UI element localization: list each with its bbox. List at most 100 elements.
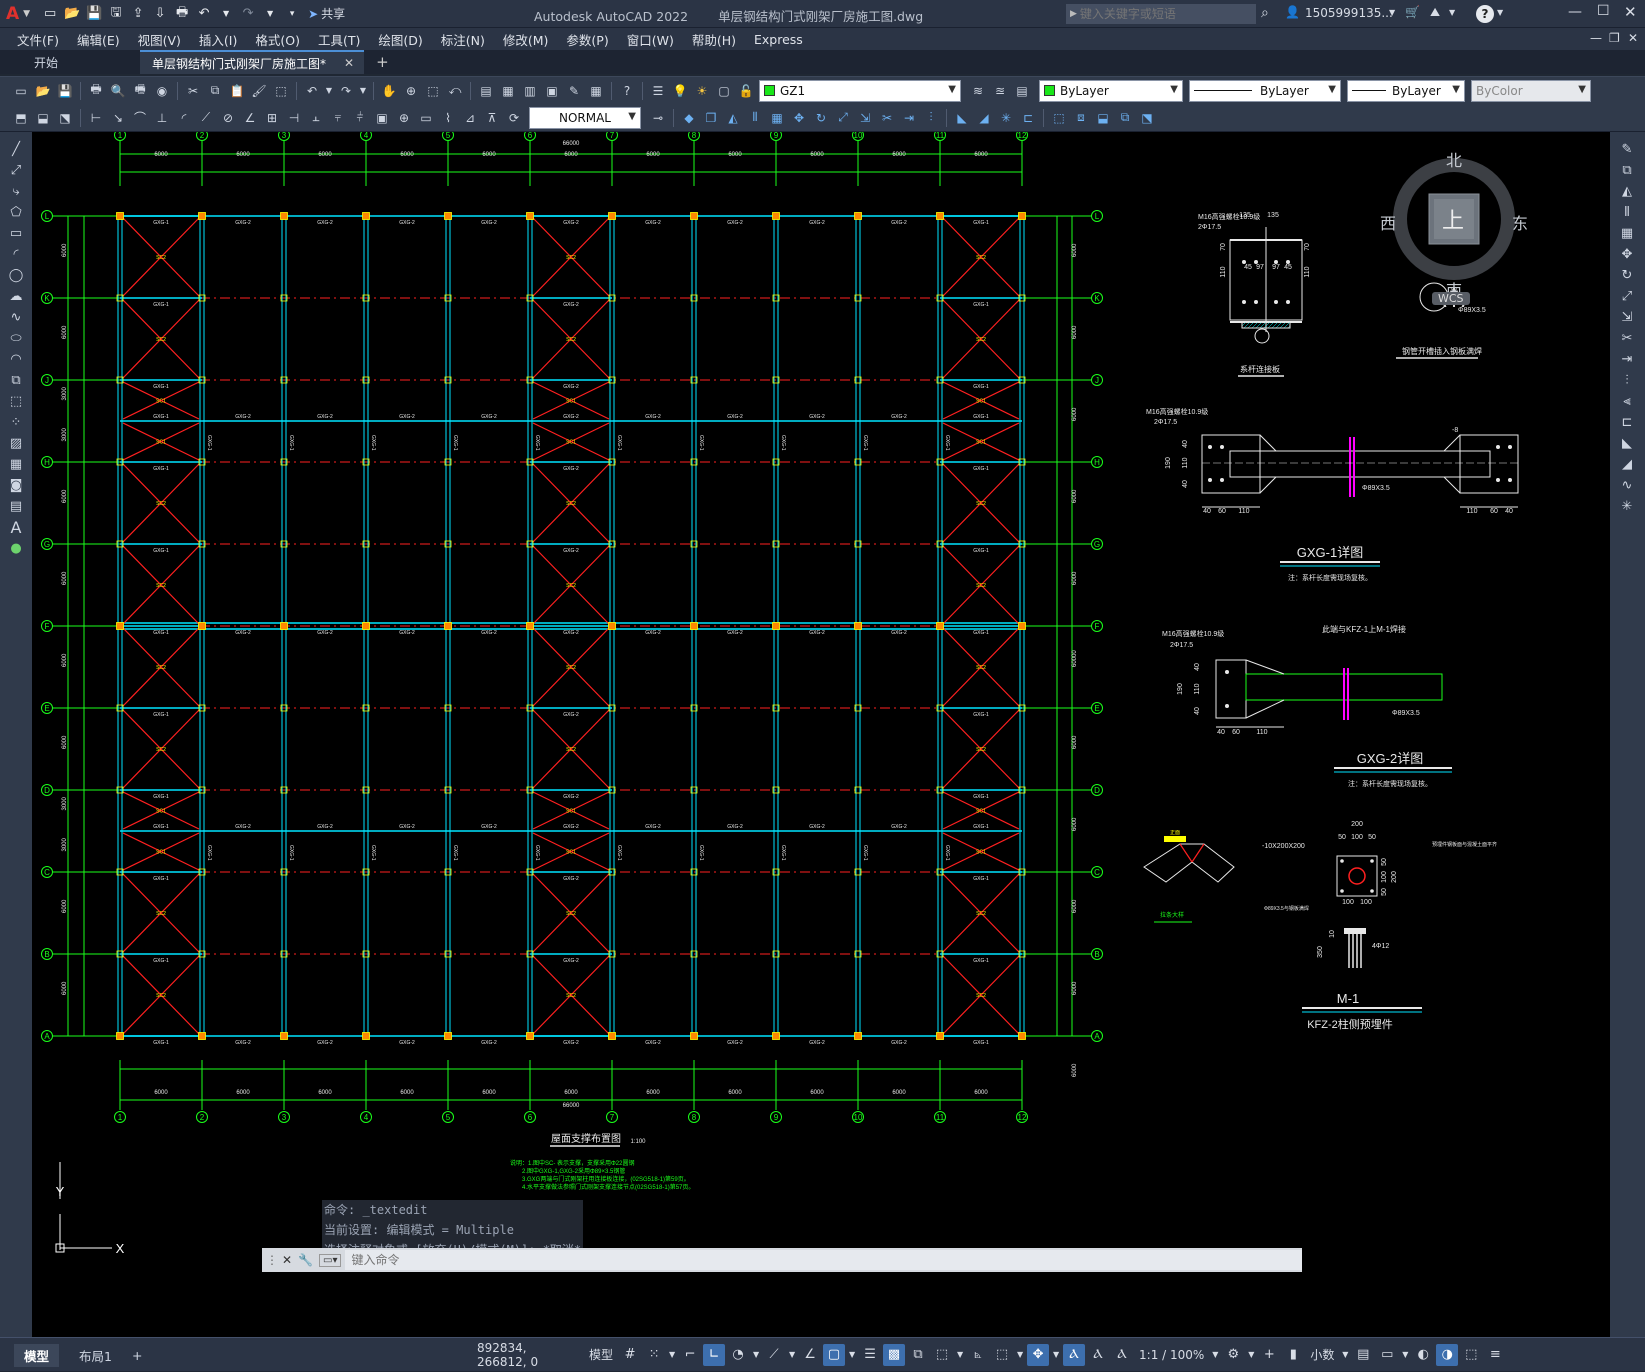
object-snap-icon[interactable]: ▢ [823, 1343, 846, 1366]
array-tool-icon[interactable]: ▦ [1615, 223, 1639, 243]
help-dropdown-icon[interactable]: ▼ [1497, 8, 1503, 17]
search-icon[interactable]: ⌕ [1261, 5, 1269, 21]
scale-tool-icon[interactable]: ⤢ [1615, 286, 1639, 306]
app-menu-chevron-icon[interactable]: ▼ [23, 9, 30, 19]
region-icon[interactable]: ◙ [4, 475, 28, 495]
text-style-dropdown[interactable]: NORMAL ▼ [529, 106, 641, 129]
cart-icon[interactable]: 🛒 [1405, 5, 1420, 19]
model-space-toggle[interactable]: 模型 [585, 1344, 617, 1366]
polar-icon[interactable]: ◔ [727, 1344, 749, 1366]
annotation-scale-value[interactable]: 1:1 / 100% [1135, 1344, 1208, 1366]
zoom-realtime-icon[interactable]: ⊕ [401, 81, 421, 101]
units-value[interactable]: 小数 [1306, 1344, 1338, 1366]
viewcube-north[interactable]: 北 [1446, 147, 1462, 171]
snap-dropdown-icon[interactable]: ▼ [667, 1344, 677, 1366]
dimedit-icon[interactable]: ⊿ [460, 108, 480, 128]
plot-icon[interactable]: 🖶 [172, 4, 192, 24]
tolerance-icon[interactable]: ▣ [372, 108, 392, 128]
menu-format[interactable]: 格式(O) [246, 30, 309, 49]
extend-icon[interactable]: ⇥ [899, 108, 919, 128]
user-name[interactable]: 1505999135... [1305, 6, 1393, 20]
erase-tool-icon[interactable]: ✎ [1615, 139, 1639, 159]
tool-palettes-icon[interactable]: ▥ [520, 81, 540, 101]
new-icon[interactable]: ▭ [40, 4, 60, 24]
workspace-gear-icon[interactable]: ⚙ [1222, 1344, 1244, 1366]
diameter-dim-icon[interactable]: ⊘ [218, 108, 238, 128]
gizmo-icon[interactable]: ✥ [1027, 1343, 1050, 1366]
redo-icon[interactable]: ↷ [238, 4, 258, 24]
spline-icon[interactable]: ∿ [4, 307, 28, 327]
copy-icon[interactable]: ⧉ [205, 81, 225, 101]
annotation-visibility-icon[interactable]: Ⲁ [1063, 1343, 1086, 1366]
redo-dropdown-icon[interactable]: ▼ [260, 4, 280, 24]
calculator-icon[interactable]: ▦ [586, 81, 606, 101]
markup-icon[interactable]: ✎ [564, 81, 584, 101]
array-icon[interactable]: ▦ [767, 108, 787, 128]
help-tool-icon[interactable]: ? [617, 81, 637, 101]
tab-close-icon[interactable]: ✕ [344, 56, 354, 70]
grid-icon[interactable]: # [619, 1344, 641, 1366]
tab-drawing[interactable]: 单层钢结构门式刚架厂房施工图* ✕ [140, 50, 365, 74]
chamfer-icon[interactable]: ◣ [952, 108, 972, 128]
open-icon[interactable]: 📂 [62, 4, 82, 24]
scale-dropdown-icon[interactable]: ▼ [1210, 1344, 1220, 1366]
menu-window[interactable]: 窗口(W) [618, 30, 683, 49]
autodesk-a360-icon[interactable]: ⛰ [1430, 5, 1440, 20]
open-web-icon[interactable]: ⇪ [128, 4, 148, 24]
plotstyle-dropdown[interactable]: ByColor ▼ [1471, 79, 1591, 102]
tab-model[interactable]: 模型 [14, 1343, 60, 1367]
qnew-icon[interactable]: ▭ [11, 81, 31, 101]
mtext-icon[interactable]: A [4, 517, 28, 537]
publish-icon[interactable]: 🖷 [130, 81, 150, 101]
stretch-tool-icon[interactable]: ⇲ [1615, 307, 1639, 327]
customize-quick-access-icon[interactable]: ▾ [282, 4, 302, 24]
layer-states-icon[interactable]: ▤ [1012, 81, 1032, 101]
new-tab-button[interactable]: + [364, 53, 401, 71]
join-tool-icon[interactable]: ⊏ [1615, 412, 1639, 432]
maximize-icon[interactable]: ☐ [1597, 3, 1610, 19]
move-icon[interactable]: ✥ [789, 108, 809, 128]
pan-icon[interactable]: ✋ [379, 81, 399, 101]
properties-icon[interactable]: ▤ [476, 81, 496, 101]
dimtedit-icon[interactable]: ⊼ [482, 108, 502, 128]
ellipse-icon[interactable]: ⬭ [4, 328, 28, 348]
arc-length-icon[interactable]: ⌒ [130, 108, 150, 128]
fillet-tool-icon[interactable]: ◢ [1615, 454, 1639, 474]
match-properties-icon[interactable]: 🖌 [249, 81, 269, 101]
copy-tool-icon[interactable]: ⧉ [1615, 160, 1639, 180]
angular-dim-icon[interactable]: ∠ [240, 108, 260, 128]
isodraft-icon[interactable]: ⟋ [763, 1344, 785, 1366]
lock-ui-icon[interactable]: ▭ [1376, 1344, 1398, 1366]
mirror-tool-icon[interactable]: ◭ [1615, 181, 1639, 201]
viewcube-east[interactable]: 东 [1512, 210, 1528, 234]
copy-object-icon[interactable]: ❐ [701, 108, 721, 128]
break-icon[interactable]: ⫶ [921, 108, 941, 128]
redo-tool-icon[interactable]: ↷ [336, 81, 356, 101]
object-snap-dropdown-icon[interactable]: ▼ [847, 1344, 857, 1366]
center-mark-icon[interactable]: ⊕ [394, 108, 414, 128]
layer-previous-icon[interactable]: ≊ [990, 81, 1010, 101]
viewcube-west[interactable]: 西 [1380, 210, 1396, 234]
menu-tools[interactable]: 工具(T) [309, 30, 369, 49]
jogged-dim-icon[interactable]: ⟋ [196, 108, 216, 128]
stretch-icon[interactable]: ⇲ [855, 108, 875, 128]
extend-tool-icon[interactable]: ⇥ [1615, 349, 1639, 369]
command-customize-icon[interactable]: 🔧 [298, 1253, 313, 1267]
hardware-accel-icon[interactable]: ◑ [1436, 1343, 1459, 1366]
revcloud-icon[interactable]: ☁ [4, 286, 28, 306]
user-icon[interactable]: 👤 [1285, 5, 1300, 19]
doc-restore-icon[interactable]: ❐ [1609, 31, 1620, 45]
command-recent-icon[interactable]: ▭▾ [319, 1253, 342, 1267]
save-as-icon[interactable]: 🖫 [106, 4, 126, 24]
block-editor-icon[interactable]: ⬚ [271, 81, 291, 101]
search-input[interactable] [1079, 7, 1240, 21]
paste-icon[interactable]: 📋 [227, 81, 247, 101]
quick-dim-icon[interactable]: ⊞ [262, 108, 282, 128]
table-icon[interactable]: ▤ [4, 496, 28, 516]
drawing-canvas[interactable]: 1 1 2 2 3 3 4 4 5 5 6 6 7 7 8 8 9 9 10 10 11 11 12 12 66000 6000 6… [32, 132, 1610, 1337]
menu-parametric[interactable]: 参数(P) [557, 30, 617, 49]
wcs-badge[interactable]: WCS [1432, 292, 1470, 305]
continue-dim-icon[interactable]: ⫠ [306, 108, 326, 128]
coordinates-readout[interactable]: 892834, 266812, 0 [473, 1341, 583, 1369]
share-button[interactable]: ➤ 共享 [308, 5, 345, 22]
